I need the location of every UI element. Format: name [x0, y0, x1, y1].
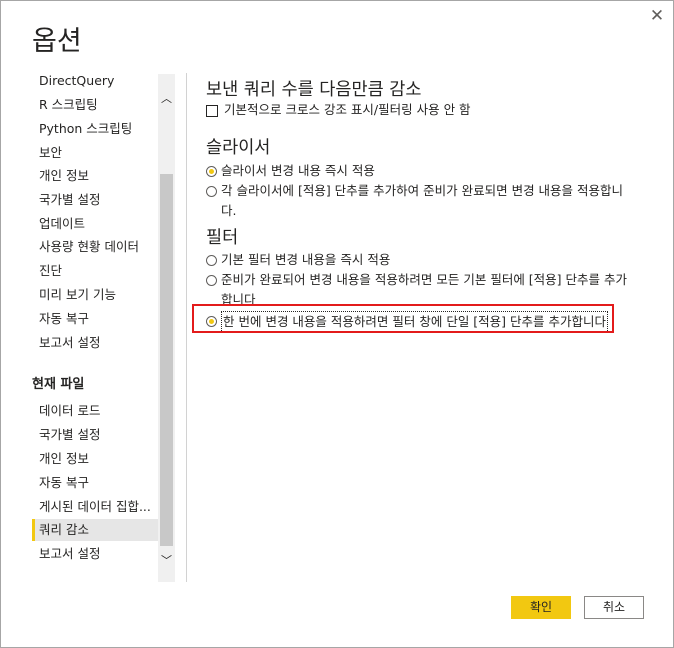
panel-divider	[186, 73, 187, 582]
disable-cross-highlight-option[interactable]: 기본적으로 크로스 강조 표시/필터링 사용 안 함	[206, 100, 471, 120]
sidebar-item-usage-data[interactable]: 사용량 현황 데이터	[32, 236, 158, 258]
sidebar-item-data-load[interactable]: 데이터 로드	[32, 400, 158, 422]
scroll-up-icon[interactable]: ︿	[158, 90, 175, 107]
sidebar-item-security[interactable]: 보안	[32, 142, 158, 164]
annotation-highlight-box	[192, 304, 614, 333]
sidebar-item-diagnostics[interactable]: 진단	[32, 260, 158, 282]
close-icon[interactable]: ✕	[647, 6, 667, 26]
cancel-button[interactable]: 취소	[584, 596, 644, 619]
sidebar-item-query-reduction[interactable]: 쿼리 감소	[32, 519, 158, 541]
slicer-apply-button-label: 각 슬라이서에 [적용] 단추를 추가하여 준비가 완료되면 변경 내용을 적용…	[221, 183, 624, 218]
sidebar-item-python-scripting[interactable]: Python 스크립팅	[32, 118, 158, 140]
sidebar-nav: DirectQuery R 스크립팅 Python 스크립팅 보안 개인 정보 …	[32, 68, 158, 568]
slicer-apply-button-option[interactable]: 각 슬라이서에 [적용] 단추를 추가하여 준비가 완료되면 변경 내용을 적용…	[206, 181, 631, 221]
filters-heading: 필터	[206, 228, 239, 248]
scroll-thumb[interactable]	[160, 174, 173, 546]
sidebar-item-privacy[interactable]: 개인 정보	[32, 165, 158, 187]
sidebar-item-file-report-settings[interactable]: 보고서 설정	[32, 543, 158, 565]
sidebar-item-r-scripting[interactable]: R 스크립팅	[32, 94, 158, 116]
sidebar-item-auto-recovery[interactable]: 자동 복구	[32, 308, 158, 330]
sidebar-item-report-settings[interactable]: 보고서 설정	[32, 332, 158, 354]
filter-apply-instantly-label: 기본 필터 변경 내용을 즉시 적용	[221, 252, 391, 267]
sidebar-item-file-regional-settings[interactable]: 국가별 설정	[32, 424, 158, 446]
radio-unchecked-icon[interactable]	[206, 255, 217, 266]
ok-button[interactable]: 확인	[511, 596, 571, 619]
filter-apply-instantly-option[interactable]: 기본 필터 변경 내용을 즉시 적용	[206, 250, 390, 270]
slicer-apply-instantly-option[interactable]: 슬라이서 변경 내용 즉시 적용	[206, 161, 375, 181]
slicers-heading: 슬라이서	[206, 138, 271, 158]
sidebar-item-directquery[interactable]: DirectQuery	[32, 70, 158, 92]
radio-unchecked-icon[interactable]	[206, 275, 217, 286]
sidebar-item-updates[interactable]: 업데이트	[32, 213, 158, 235]
slicer-apply-instantly-label: 슬라이서 변경 내용 즉시 적용	[221, 163, 375, 178]
sidebar-item-preview-features[interactable]: 미리 보기 기능	[32, 284, 158, 306]
reduce-queries-heading: 보낸 쿼리 수를 다음만큼 감소	[206, 80, 422, 100]
current-file-header: 현재 파일	[32, 377, 85, 392]
disable-cross-highlight-checkbox[interactable]	[206, 105, 218, 117]
sidebar-item-regional-settings[interactable]: 국가별 설정	[32, 189, 158, 211]
sidebar-item-file-auto-recovery[interactable]: 자동 복구	[32, 472, 158, 494]
sidebar-item-file-privacy[interactable]: 개인 정보	[32, 448, 158, 470]
radio-checked-icon[interactable]	[206, 166, 217, 177]
sidebar-item-published-dataset[interactable]: 게시된 데이터 집합...	[32, 496, 158, 518]
radio-unchecked-icon[interactable]	[206, 186, 217, 197]
dialog-title: 옵션	[32, 26, 82, 57]
sidebar-scrollbar[interactable]: ︿ ﹀	[158, 74, 175, 582]
disable-cross-highlight-label: 기본적으로 크로스 강조 표시/필터링 사용 안 함	[224, 102, 471, 117]
scroll-down-icon[interactable]: ﹀	[158, 552, 175, 569]
options-dialog: 옵션 ✕ DirectQuery R 스크립팅 Python 스크립팅 보안 개…	[0, 0, 674, 648]
